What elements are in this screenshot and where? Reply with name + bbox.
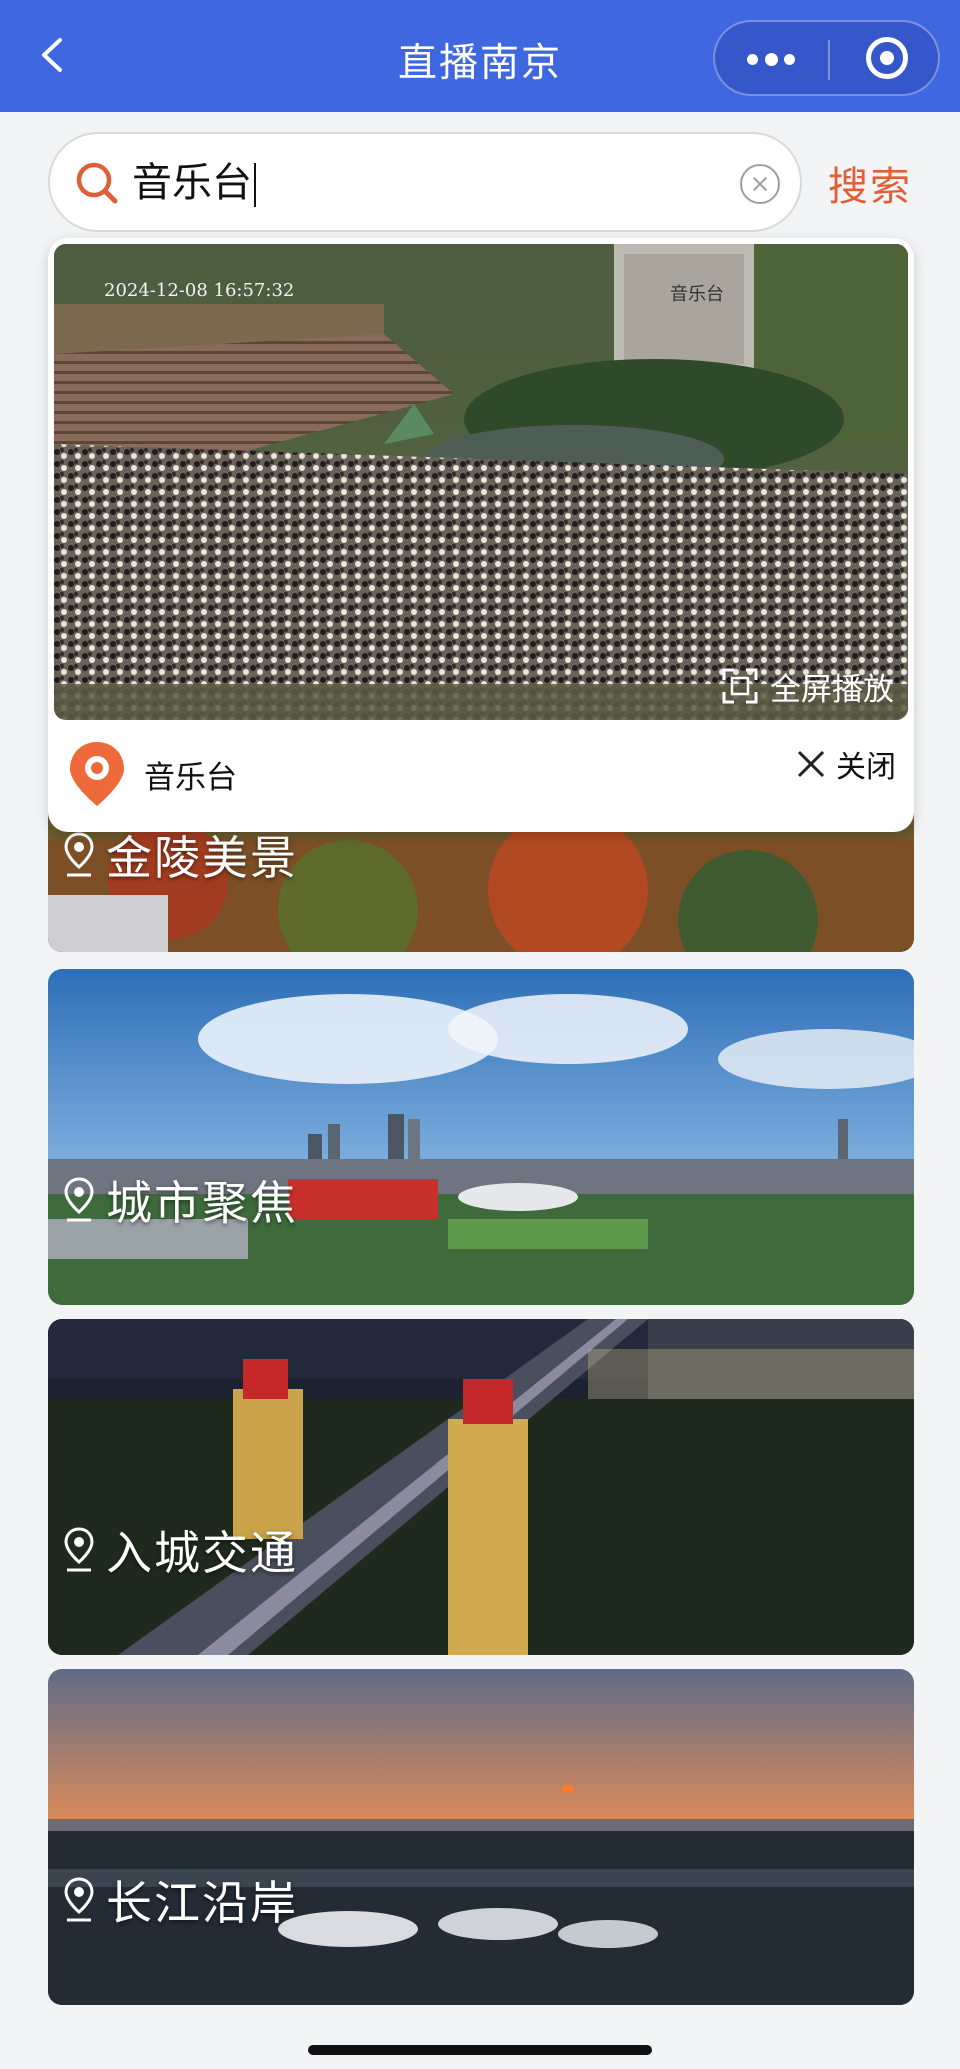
search-input[interactable]: 音乐台 <box>132 158 256 208</box>
card-image <box>48 1669 914 2005</box>
category-label: 入城交通 <box>62 1517 298 1583</box>
fullscreen-label: 全屏播放 <box>770 671 894 708</box>
category-label-text: 城市聚焦 <box>106 1176 298 1230</box>
location-icon <box>64 1877 94 1922</box>
close-button[interactable]: 关闭 <box>796 742 896 786</box>
location-pin-icon <box>70 742 124 806</box>
exit-button[interactable] <box>830 22 938 94</box>
target-close-icon <box>866 37 908 79</box>
card-image <box>48 1319 914 1655</box>
category-label: 长江沿岸 <box>62 1867 298 1933</box>
category-label: 城市聚焦 <box>62 1167 298 1233</box>
nav-header: 直播南京 <box>0 0 960 112</box>
video-timestamp: 2024-12-08 16:57:32 <box>104 280 295 301</box>
search-icon <box>76 162 118 204</box>
card-image <box>48 969 914 1305</box>
live-video-popup: 2024-12-08 16:57:32 音乐台 全屏播放 音乐台 关闭 <box>48 238 914 832</box>
category-card-traffic[interactable]: 入城交通 <box>48 1319 914 1655</box>
location-icon <box>64 1177 94 1222</box>
popup-footer: 音乐台 关闭 <box>48 720 914 832</box>
category-card-yangtze[interactable]: 长江沿岸 <box>48 1669 914 2005</box>
search-input-value: 音乐台 <box>132 160 252 206</box>
category-label-text: 长江沿岸 <box>106 1876 298 1930</box>
search-box[interactable]: 音乐台 <box>48 132 802 232</box>
clear-icon[interactable] <box>740 164 780 204</box>
close-icon <box>797 750 825 778</box>
home-indicator <box>308 2045 652 2055</box>
text-caret <box>254 163 256 207</box>
fullscreen-button[interactable]: 全屏播放 <box>720 664 894 708</box>
video-overlay-label: 音乐台 <box>670 284 724 305</box>
close-label: 关闭 <box>836 750 896 785</box>
more-dots-icon <box>747 53 795 66</box>
location-icon <box>64 1527 94 1572</box>
video-frame <box>54 244 908 720</box>
location-icon <box>64 832 94 877</box>
more-button[interactable] <box>715 22 828 94</box>
category-card-city[interactable]: 城市聚焦 <box>48 969 914 1305</box>
category-label-text: 入城交通 <box>106 1526 298 1580</box>
fullscreen-icon <box>722 668 758 704</box>
search-button[interactable]: 搜索 <box>828 154 912 212</box>
place-name: 音乐台 <box>144 760 237 796</box>
mini-program-capsule <box>713 20 940 96</box>
live-video-player[interactable]: 2024-12-08 16:57:32 音乐台 全屏播放 <box>54 244 908 720</box>
